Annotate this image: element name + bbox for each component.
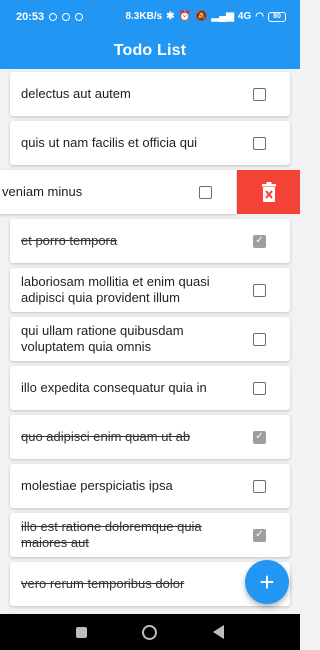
todo-title: laboriosam mollitia et enim quasi adipis… [21,274,210,305]
todo-title: quis ut nam facilis et officia qui [21,135,198,150]
todo-checkbox[interactable] [253,381,266,395]
todo-checkbox[interactable] [199,185,212,199]
home-button[interactable] [142,624,158,640]
todo-item[interactable]: quo adipisci enim quam ut ab ✓ [10,415,290,459]
plus-icon: + [259,567,275,597]
status-bar: 20:53 8.3KB/s ✱ ⏰ 🔕 ▂▄▆ 4G ◠ 80 [0,0,300,33]
todo-item[interactable]: qui ullam ratione quibusdam voluptatem q… [10,317,290,361]
todo-checkbox[interactable] [253,87,266,101]
todo-title: quo adipisci enim quam ut ab [21,429,191,444]
todo-item[interactable]: laboriosam mollitia et enim quasi adipis… [10,268,290,312]
todo-checkbox[interactable] [253,283,266,297]
todo-title: delectus aut autem [21,86,131,101]
recents-button[interactable] [75,626,87,638]
todo-title: vero rerum temporibus dolor [21,576,185,591]
back-button[interactable] [213,625,225,639]
todo-checkbox[interactable] [253,332,266,346]
settings-notification-icon [62,12,71,21]
battery-icon: 80 [268,11,286,22]
todo-item[interactable]: quis ut nam facilis et officia qui [10,121,290,165]
todo-checkbox[interactable] [253,136,266,150]
bluetooth-icon: ✱ [166,11,175,22]
todo-list[interactable]: delectus aut autem quis ut nam facilis e… [0,69,300,614]
app-title: Todo List [113,42,187,59]
whatsapp-icon [49,12,58,21]
todo-title: molestiae perspiciatis ipsa [21,478,173,493]
add-todo-button[interactable]: + [245,560,289,604]
todo-checkbox-checked[interactable]: ✓ [253,430,266,444]
todo-title: et porro tempora [21,233,118,248]
wifi-icon: ◠ [255,11,264,22]
todo-title: illo expedita consequatur quia in [21,380,207,395]
mute-icon: 🔕 [195,11,208,22]
todo-title: qui ullam ratione quibusdam voluptatem q… [21,323,184,354]
todo-title: veniam minus [2,184,83,199]
todo-item[interactable]: delectus aut autem [10,72,290,116]
app-bar: Todo List [0,33,300,69]
system-nav-bar [0,614,300,650]
todo-item[interactable]: molestiae perspiciatis ipsa [10,464,290,508]
trash-icon [261,182,276,202]
todo-item[interactable]: et porro tempora ✓ [10,219,290,263]
todo-title: illo est ratione doloremque quia maiores… [21,519,202,550]
network-speed: 8.3KB/s [125,11,163,22]
todo-item[interactable]: illo expedita consequatur quia in [10,366,290,410]
alarm-icon: ⏰ [178,11,191,22]
todo-item-swiped[interactable]: veniam minus [0,170,236,214]
network-type: 4G [237,11,252,22]
delete-swipe-background[interactable] [237,170,300,214]
todo-checkbox-checked[interactable]: ✓ [253,234,266,248]
status-time: 20:53 [16,10,45,23]
notification-icon [75,12,84,21]
todo-checkbox[interactable] [253,479,266,493]
todo-checkbox-checked[interactable]: ✓ [253,528,266,542]
signal-icon: ▂▄▆ [211,11,234,22]
todo-item[interactable]: illo est ratione doloremque quia maiores… [10,513,290,557]
